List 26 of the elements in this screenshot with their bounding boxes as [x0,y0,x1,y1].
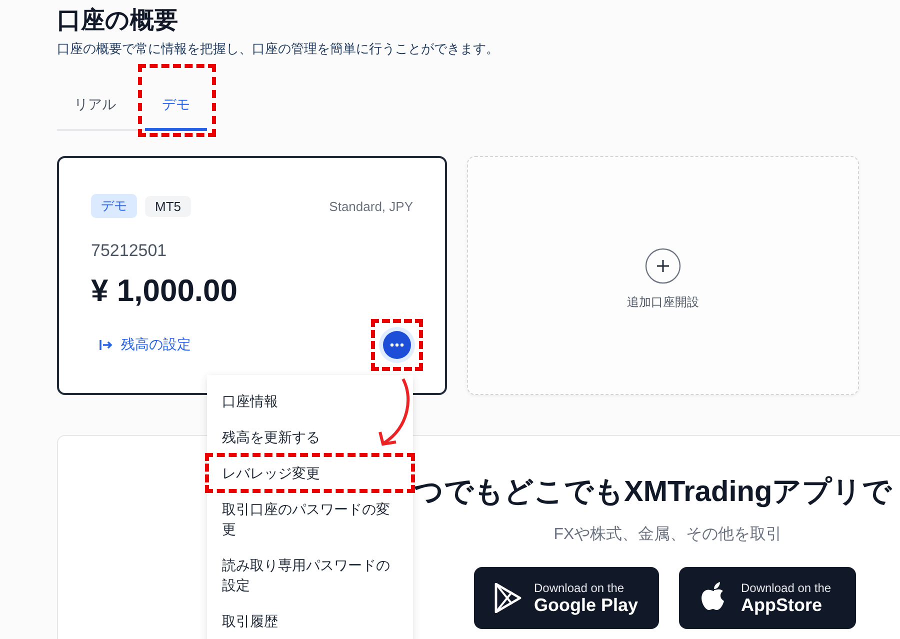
menu-item[interactable]: 取引口座のパスワードの変更 [207,491,413,547]
promo-subtitle: FXや株式、金属、その他を取引 [552,524,784,545]
menu-item[interactable]: 取引履歴 [207,603,413,639]
account-balance: ¥ 1,000.00 [91,273,238,309]
add-account-card[interactable]: 追加口座開設 [467,156,859,395]
account-type: Standard, JPY [329,198,413,214]
account-tab[interactable]: リアル [57,84,133,131]
menu-item[interactable]: レバレッジ変更 [207,455,413,491]
set-balance-link[interactable]: 残高の設定 [91,336,191,354]
menu-item[interactable]: 読み取り専用パスワードの設定 [207,547,413,603]
account-tab[interactable]: デモ [145,84,207,131]
account-tag: MT5 [145,196,191,216]
app-store-button[interactable]: Download on the AppStore [679,567,856,629]
page-subtitle: 口座の概要で常に情報を把握し、口座の管理を簡単に行うことができます。 [57,40,500,58]
more-icon [390,343,404,347]
menu-item[interactable]: 残高を更新する [207,419,413,455]
google-play-button[interactable]: Download on the Google Play [474,567,659,629]
promo-heading: つでもどこでもXMTradingアプリで [414,475,892,510]
menu-item[interactable]: 口座情報 [207,383,413,419]
page-title: 口座の概要 [57,6,178,36]
account-number: 75212501 [91,241,168,261]
more-button[interactable] [383,331,411,359]
arrow-to-right-icon [99,339,113,351]
account-tag: デモ [91,194,137,218]
play-triangle-icon [494,583,522,613]
plus-icon [645,248,681,284]
